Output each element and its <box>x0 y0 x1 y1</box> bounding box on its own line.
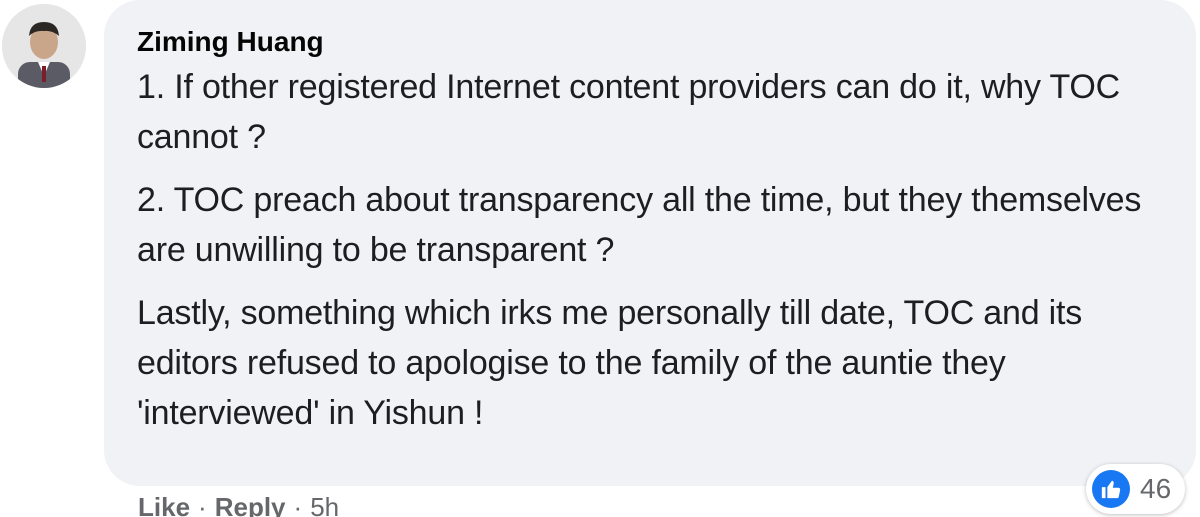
comment-paragraph: 1. If other registered Internet content … <box>137 68 1120 156</box>
like-link[interactable]: Like <box>138 492 190 517</box>
comment: Ziming Huang 1. If other registered Inte… <box>0 0 1200 517</box>
reply-link[interactable]: Reply <box>215 492 286 517</box>
comment-paragraph: Lastly, something which irks me personal… <box>137 294 1083 432</box>
comment-paragraph: 2. TOC preach about transparency all the… <box>137 181 1142 269</box>
person-photo-icon <box>2 4 86 88</box>
reaction-summary[interactable]: 46 <box>1086 464 1186 514</box>
comment-timestamp[interactable]: 5h <box>310 492 339 517</box>
separator: · <box>198 492 207 517</box>
avatar[interactable] <box>2 4 86 88</box>
separator: · <box>293 492 303 517</box>
comment-actions: Like · Reply · 5h <box>138 492 339 517</box>
comment-bubble: Ziming Huang 1. If other registered Inte… <box>104 0 1196 486</box>
reaction-count: 46 <box>1140 473 1172 504</box>
thumbs-up-icon <box>1092 470 1130 508</box>
comment-author-name[interactable]: Ziming Huang <box>137 24 1164 60</box>
